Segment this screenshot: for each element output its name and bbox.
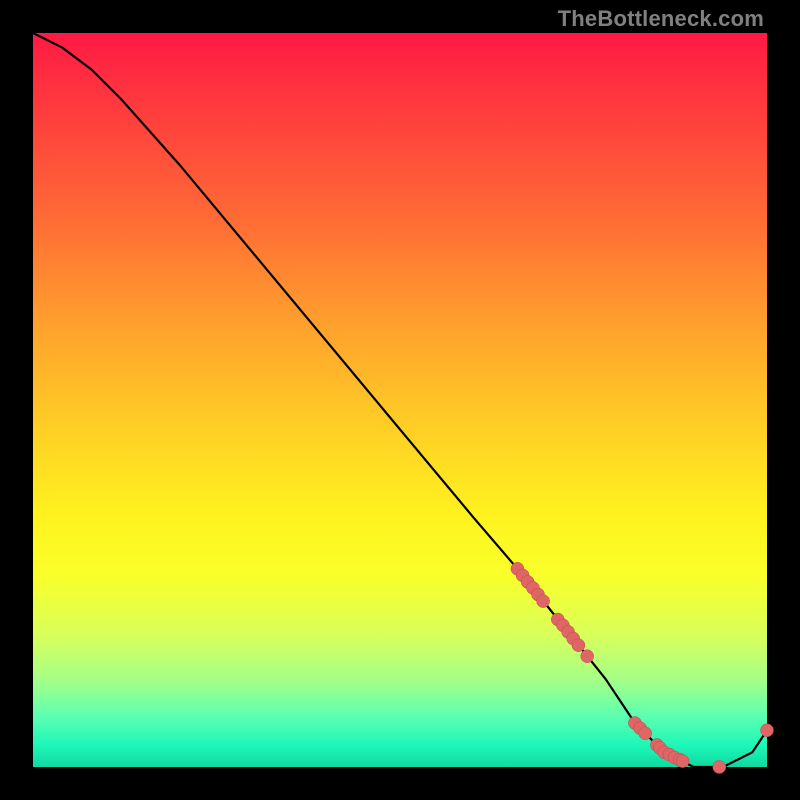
curve-marker xyxy=(761,724,774,737)
curve-marker xyxy=(639,727,652,740)
curve-marker xyxy=(537,595,550,608)
curve-marker xyxy=(713,761,726,774)
bottleneck-curve xyxy=(33,33,767,767)
curve-marker xyxy=(581,650,594,663)
curve-marker xyxy=(676,755,689,768)
curve-marker xyxy=(572,639,585,652)
watermark-text: TheBottleneck.com xyxy=(558,6,764,32)
chart-frame: TheBottleneck.com xyxy=(0,0,800,800)
chart-svg xyxy=(33,33,767,767)
curve-markers xyxy=(511,562,774,773)
